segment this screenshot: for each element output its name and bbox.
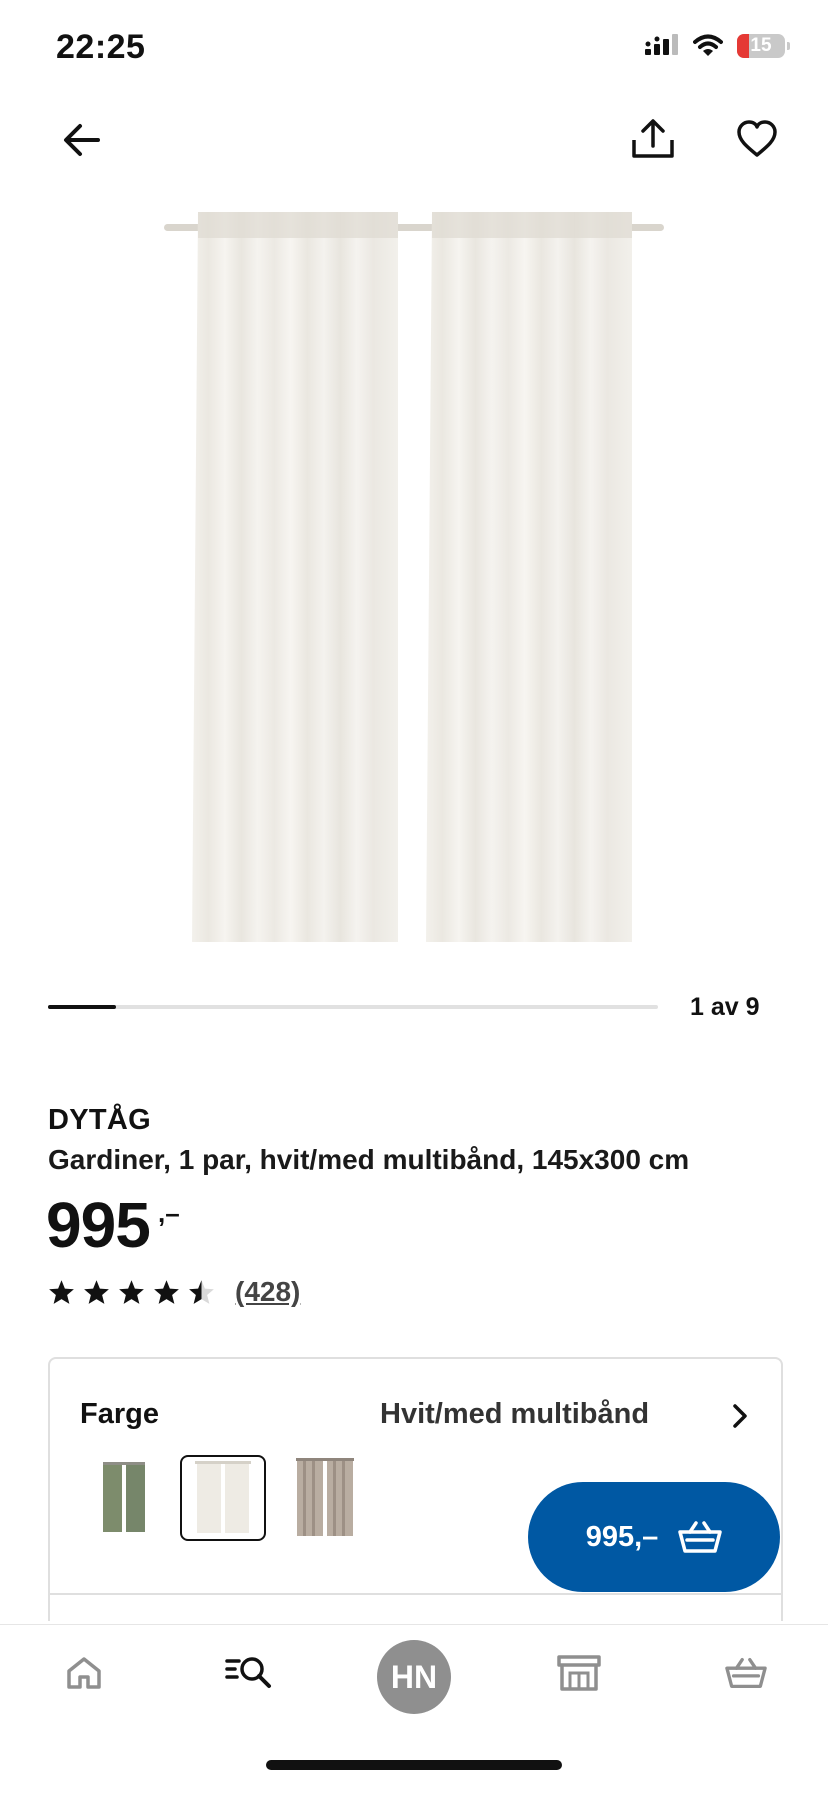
cart-button-label: 995,– [585, 1520, 659, 1553]
star-icon [154, 1280, 179, 1304]
search-icon [225, 1657, 271, 1688]
product-image[interactable] [0, 190, 828, 960]
add-to-cart-button[interactable]: 995,– [528, 1482, 780, 1592]
carousel-progress [48, 1005, 658, 1009]
star-half-icon [189, 1280, 214, 1304]
wifi-icon [693, 34, 723, 56]
chevron-right-icon[interactable] [722, 1398, 758, 1434]
swatch-image [103, 1462, 145, 1532]
color-swatch-green[interactable] [81, 1455, 167, 1541]
home-icon [67, 1657, 101, 1689]
swatch-image [296, 1458, 354, 1536]
basket-icon [725, 1657, 767, 1689]
carousel-page-indicator: 1 av 9 [690, 993, 760, 1021]
star-icon [119, 1280, 144, 1304]
nav-home[interactable] [48, 1647, 120, 1699]
battery-level: 15 [750, 35, 772, 56]
color-swatch-beige-stripe[interactable] [282, 1455, 368, 1541]
carousel-progress-fill [48, 1005, 116, 1009]
home-indicator[interactable] [266, 1760, 562, 1770]
cellular-signal-icon [645, 34, 678, 55]
nav-search[interactable] [213, 1647, 285, 1699]
star-icon [84, 1280, 109, 1304]
card-divider [48, 1593, 781, 1595]
back-button[interactable] [54, 112, 110, 168]
color-label: Farge [80, 1398, 159, 1430]
rating[interactable]: (428) [48, 1276, 300, 1308]
product-description: Gardiner, 1 par, hvit/med multibånd, 145… [48, 1144, 690, 1175]
nav-stores[interactable] [543, 1647, 615, 1699]
arrow-left-icon [64, 124, 100, 156]
store-icon [557, 1655, 601, 1691]
nav-profile-avatar[interactable]: HN [377, 1640, 451, 1714]
review-count-link[interactable]: (428) [235, 1276, 300, 1308]
color-value: Hvit/med multibånd [380, 1398, 650, 1430]
nav-cart[interactable] [710, 1647, 782, 1699]
basket-add-icon [678, 1521, 723, 1553]
status-time: 22:25 [56, 28, 146, 66]
price-suffix: ,– [158, 1198, 180, 1228]
product-price: 995 [46, 1189, 151, 1261]
share-button[interactable] [624, 110, 682, 168]
favorite-button[interactable] [728, 110, 786, 168]
swatch-image [195, 1461, 251, 1533]
star-icon [49, 1280, 74, 1304]
battery-tip [787, 42, 790, 50]
status-icons: 15 [645, 34, 790, 58]
share-icon [632, 119, 674, 158]
heart-icon [737, 120, 777, 157]
battery-icon: 15 [737, 34, 785, 58]
product-name: DYTÅG [48, 1104, 151, 1136]
color-swatch-white[interactable] [180, 1455, 266, 1541]
